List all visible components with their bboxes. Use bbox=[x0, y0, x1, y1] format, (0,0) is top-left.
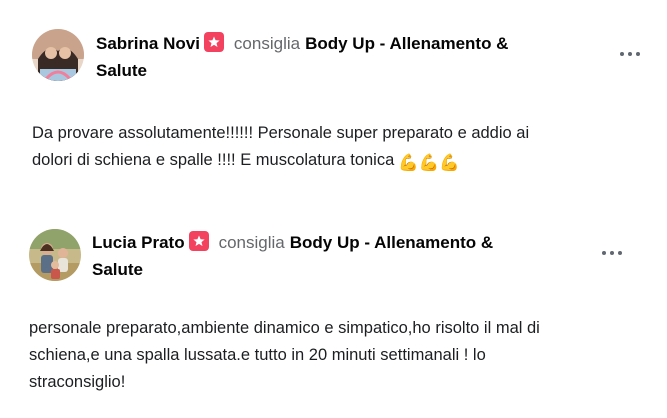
author-avatar[interactable] bbox=[29, 229, 81, 281]
page-name-continued[interactable]: Salute bbox=[96, 61, 147, 80]
review-header: Sabrina Novi consiglia Body Up - Allenamen… bbox=[96, 30, 596, 84]
review-card: Lucia Prato consiglia Body Up - Allenament… bbox=[0, 200, 667, 418]
review-text-line: dolori di schiena e spalle !!!! E muscol… bbox=[32, 151, 395, 169]
author-avatar[interactable] bbox=[32, 29, 84, 81]
review-text: personale preparato,ambiente dinamico e … bbox=[29, 315, 540, 396]
flexed-biceps-emoji: 💪💪💪 bbox=[398, 154, 460, 172]
review-text-line: personale preparato,ambiente dinamico e … bbox=[29, 319, 540, 337]
page-name[interactable]: Body Up - Allenamento & bbox=[305, 34, 508, 53]
recommend-verb: consiglia bbox=[218, 233, 285, 252]
author-name[interactable]: Sabrina Novi bbox=[96, 34, 200, 53]
author-name[interactable]: Lucia Prato bbox=[92, 233, 185, 252]
recommend-icon bbox=[188, 231, 209, 251]
review-text: Da provare assolutamente!!!!!! Personale… bbox=[32, 120, 529, 177]
page-name[interactable]: Body Up - Allenamento & bbox=[290, 233, 493, 252]
review-header: Lucia Prato consiglia Body Up - Allenament… bbox=[92, 229, 592, 283]
recommend-verb: consiglia bbox=[233, 34, 301, 53]
more-options-icon[interactable] bbox=[599, 243, 629, 263]
review-card: Sabrina Novi consiglia Body Up - Allenamen… bbox=[0, 0, 667, 200]
more-options-icon[interactable] bbox=[617, 44, 647, 64]
recommend-icon bbox=[203, 32, 224, 52]
page-name-continued[interactable]: Salute bbox=[92, 260, 143, 279]
review-text-line: Da provare assolutamente!!!!!! Personale… bbox=[32, 124, 530, 142]
review-text-line: straconsiglio! bbox=[29, 373, 126, 391]
review-text-line: schiena,e una spalla lussata.e tutto in … bbox=[29, 346, 486, 364]
